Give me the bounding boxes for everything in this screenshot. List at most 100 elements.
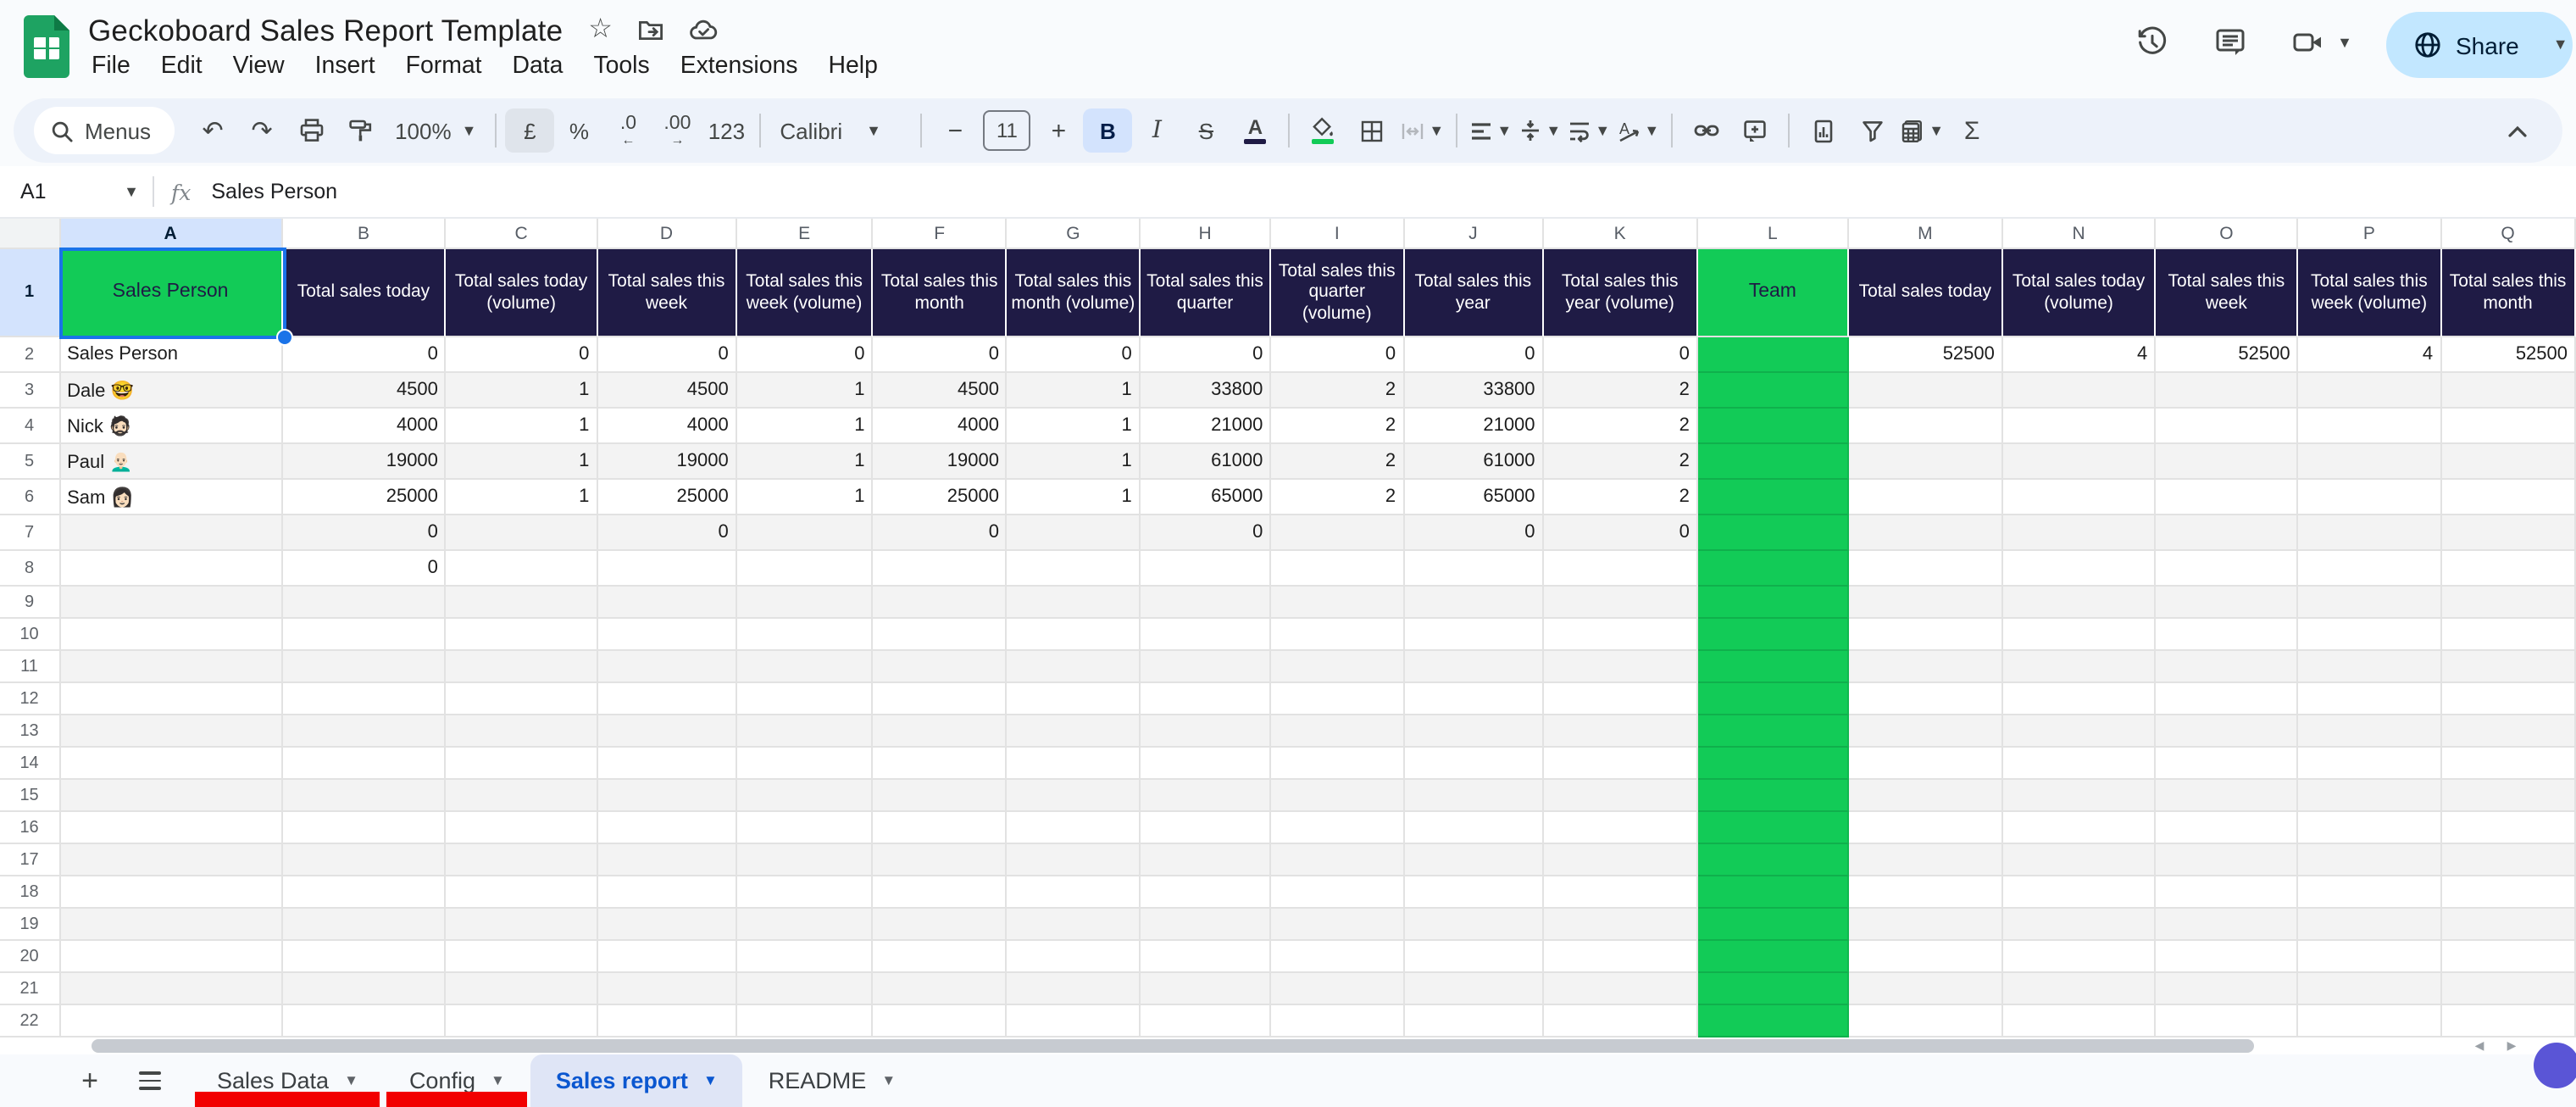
cell-M7[interactable] [1848,515,2003,551]
cell-I5[interactable]: 2 [1271,444,1405,480]
cell-E16[interactable] [736,812,874,844]
cell-G2[interactable]: 0 [1007,337,1141,373]
column-header-M[interactable]: M [1848,219,2003,249]
cell-L4[interactable] [1697,409,1849,444]
cell-E15[interactable] [736,780,874,812]
cell-K2[interactable]: 0 [1543,337,1698,373]
cell-P21[interactable] [2298,973,2442,1005]
insert-comment-button[interactable] [1730,108,1779,153]
cell-K8[interactable] [1543,551,1698,587]
cell-K12[interactable] [1543,683,1698,715]
tab-config[interactable]: Config ▼ [384,1054,530,1107]
cell-D11[interactable] [597,651,737,683]
row-header-9[interactable]: 9 [0,587,61,619]
more-formats-button[interactable]: 123 [702,108,751,153]
text-rotation-button[interactable]: A ▼ [1613,108,1663,153]
cell-O4[interactable] [2156,409,2299,444]
cell-D18[interactable] [597,876,737,909]
cell-A9[interactable] [60,587,283,619]
cell-E2[interactable]: 0 [736,337,874,373]
cell-G7[interactable] [1007,515,1141,551]
cell-P20[interactable] [2298,941,2442,973]
cell-G3[interactable]: 1 [1007,373,1141,409]
cell-L19[interactable] [1697,909,1849,941]
cell-I6[interactable]: 2 [1271,480,1405,515]
cell-Q17[interactable] [2441,844,2576,876]
cell-G22[interactable] [1007,1005,1141,1037]
cell-E3[interactable]: 1 [736,373,874,409]
cell-Q11[interactable] [2441,651,2576,683]
cell-N12[interactable] [2002,683,2157,715]
cell-I1[interactable]: Total sales this quarter (volume) [1271,249,1405,337]
cell-P10[interactable] [2298,619,2442,651]
cell-A6[interactable]: Sam 👩🏻 [60,480,283,515]
cell-P9[interactable] [2298,587,2442,619]
cell-E11[interactable] [736,651,874,683]
cell-B3[interactable]: 4500 [282,373,447,409]
row-header-17[interactable]: 17 [0,844,61,876]
column-header-H[interactable]: H [1140,219,1272,249]
cell-L22[interactable] [1697,1005,1849,1037]
cell-D16[interactable] [597,812,737,844]
cell-C21[interactable] [446,973,598,1005]
cell-H20[interactable] [1140,941,1272,973]
cell-K10[interactable] [1543,619,1698,651]
cell-I20[interactable] [1271,941,1405,973]
cell-E21[interactable] [736,973,874,1005]
cell-C4[interactable]: 1 [446,409,598,444]
name-box[interactable]: A1 ▼ [0,180,139,203]
cell-D10[interactable] [597,619,737,651]
cell-L16[interactable] [1697,812,1849,844]
strikethrough-button[interactable]: S [1181,108,1230,153]
cell-E19[interactable] [736,909,874,941]
add-sheet-button[interactable]: + [75,1064,105,1098]
cell-E18[interactable] [736,876,874,909]
cell-C13[interactable] [446,715,598,748]
cell-A1[interactable]: Sales Person [60,249,283,337]
vertical-align-button[interactable]: ▼ [1515,108,1564,153]
cell-P12[interactable] [2298,683,2442,715]
cell-Q13[interactable] [2441,715,2576,748]
cell-E4[interactable]: 1 [736,409,874,444]
cell-A14[interactable] [60,748,283,780]
cell-E22[interactable] [736,1005,874,1037]
cell-J9[interactable] [1404,587,1544,619]
cell-F4[interactable]: 4000 [873,409,1008,444]
cell-H16[interactable] [1140,812,1272,844]
cell-I4[interactable]: 2 [1271,409,1405,444]
cell-M16[interactable] [1848,812,2003,844]
cell-O5[interactable] [2156,444,2299,480]
row-header-18[interactable]: 18 [0,876,61,909]
cell-L1[interactable]: Team [1697,249,1849,337]
cell-B14[interactable] [282,748,447,780]
cell-H4[interactable]: 21000 [1140,409,1272,444]
cell-D19[interactable] [597,909,737,941]
row-header-1[interactable]: 1 [0,249,61,337]
cell-J3[interactable]: 33800 [1404,373,1544,409]
cell-K1[interactable]: Total sales this year (volume) [1543,249,1698,337]
cell-M21[interactable] [1848,973,2003,1005]
tab-menu-icon[interactable]: ▼ [703,1072,718,1088]
cell-B18[interactable] [282,876,447,909]
cell-J7[interactable]: 0 [1404,515,1544,551]
cell-J18[interactable] [1404,876,1544,909]
cell-F3[interactable]: 4500 [873,373,1008,409]
cell-J2[interactable]: 0 [1404,337,1544,373]
cell-F11[interactable] [873,651,1008,683]
cell-I16[interactable] [1271,812,1405,844]
cell-O1[interactable]: Total sales this week [2156,249,2299,337]
print-button[interactable] [286,108,336,153]
cell-B6[interactable]: 25000 [282,480,447,515]
row-header-5[interactable]: 5 [0,444,61,480]
cell-C3[interactable]: 1 [446,373,598,409]
column-header-A[interactable]: A [60,219,283,249]
cell-M15[interactable] [1848,780,2003,812]
cell-M8[interactable] [1848,551,2003,587]
cell-G9[interactable] [1007,587,1141,619]
horizontal-align-button[interactable]: ▼ [1466,108,1515,153]
cell-C15[interactable] [446,780,598,812]
cell-H19[interactable] [1140,909,1272,941]
column-header-D[interactable]: D [597,219,737,249]
row-header-6[interactable]: 6 [0,480,61,515]
row-header-10[interactable]: 10 [0,619,61,651]
